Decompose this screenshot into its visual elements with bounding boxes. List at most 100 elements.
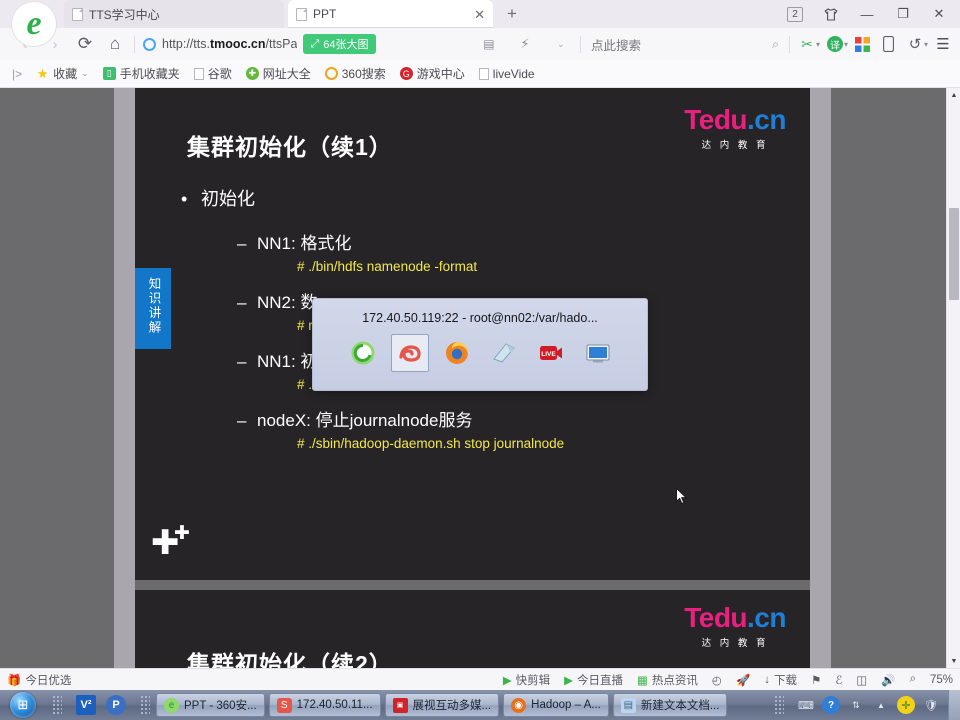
lightning-icon[interactable]: ⚡ xyxy=(510,29,540,59)
360-browser-icon xyxy=(351,341,374,365)
close-button[interactable]: ✕ xyxy=(922,0,956,28)
quick-launch-p-icon[interactable]: P xyxy=(106,695,126,715)
chevron-down-icon[interactable]: ⌄ xyxy=(546,29,576,59)
minimize-button[interactable]: — xyxy=(850,0,884,28)
keyboard-icon[interactable]: ⌨ xyxy=(797,696,815,714)
bookmark-mobile-favorites[interactable]: ▯ 手机收藏夹 xyxy=(97,63,186,84)
search-icon[interactable]: ⌕ xyxy=(772,37,779,52)
switcher-item-remote-desktop[interactable] xyxy=(579,334,617,372)
divider xyxy=(134,35,135,53)
status-split-screen-icon[interactable]: ◫ xyxy=(849,673,874,687)
bookmark-google[interactable]: 谷歌 xyxy=(188,63,238,84)
show-hidden-icons-button[interactable]: ▲ xyxy=(872,696,890,714)
chevron-down-icon[interactable]: ▾ xyxy=(924,40,928,49)
logo-subtitle: 达 内 教 育 xyxy=(701,140,769,151)
reload-icon[interactable]: ⟳ xyxy=(70,29,100,59)
chevron-down-icon[interactable]: ⌄ xyxy=(81,68,89,79)
chevron-down-icon[interactable]: ▾ xyxy=(816,40,820,49)
toolbar-grip[interactable] xyxy=(140,695,150,715)
play-icon: ▶ xyxy=(502,674,512,687)
tab-tts-learning-center[interactable]: TTS学习中心 xyxy=(64,0,284,28)
status-today-picks[interactable]: 🎁 今日优选 xyxy=(0,672,78,688)
switcher-item-notepad[interactable] xyxy=(485,334,523,372)
restore-button[interactable]: ❐ xyxy=(886,0,920,28)
status-label: 快剪辑 xyxy=(515,674,551,687)
show-desktop-button[interactable] xyxy=(948,690,960,720)
toolbar-grip[interactable] xyxy=(52,695,62,715)
360-browser-icon: e xyxy=(164,697,179,713)
bookmarks-overflow-icon[interactable]: |> xyxy=(6,65,28,83)
start-button[interactable]: ⊞ xyxy=(0,690,46,720)
bookmark-label: liveVide xyxy=(492,66,535,81)
tab-ppt[interactable]: PPT ✕ xyxy=(288,0,493,28)
tedu-logo: Tedu.cn 达 内 教 育 xyxy=(684,106,786,152)
tab-count-badge[interactable]: 2 xyxy=(778,0,812,28)
qr-code-icon[interactable]: ▤ xyxy=(474,29,504,59)
scrollbar-thumb[interactable] xyxy=(949,208,959,300)
speed-icon: ◴ xyxy=(711,674,722,687)
image-count-badge[interactable]: ⤢ 64张大图 xyxy=(303,34,376,54)
360-guard-icon[interactable]: ✛ xyxy=(897,696,915,714)
split-screen-icon: ◫ xyxy=(856,674,868,687)
bookmark-label: 游戏中心 xyxy=(416,67,465,81)
search-input[interactable]: 点此搜索 ⌕ xyxy=(585,35,785,54)
media-icon: ▣ xyxy=(392,697,408,713)
tedu-logo: Tedu.cn 达 内 教 育 xyxy=(684,604,786,650)
address-bar[interactable]: http://tts.tmooc.cn/ttsPa ⤢ 64张大图 ▤ ⚡ ⌄ xyxy=(139,32,576,56)
bookmark-favorites[interactable]: ★ 收藏 ⌄ xyxy=(30,63,95,84)
chevron-down-icon[interactable]: ▾ xyxy=(844,40,848,49)
bookmark-hao360[interactable]: ✚ 网址大全 xyxy=(240,63,317,84)
switcher-item-live-recorder[interactable]: LIVE xyxy=(532,334,570,372)
scroll-down-arrow[interactable]: ▼ xyxy=(947,654,960,668)
page-icon xyxy=(296,7,307,21)
taskbar-window-hadoop[interactable]: ◉ Hadoop – A... xyxy=(503,693,609,717)
window-switcher[interactable]: 172.40.50.119:22 - root@nn02:/var/hado..… xyxy=(312,298,648,391)
volume-icon: 🔊 xyxy=(881,674,896,687)
status-volume-icon[interactable]: 🔊 xyxy=(874,673,902,687)
status-download[interactable]: ↓ 下载 xyxy=(757,672,804,688)
mobile-icon[interactable] xyxy=(876,31,902,57)
slide-2: Tedu.cn 达 内 教 育 集群初始化（续2） xyxy=(135,590,810,668)
taskbar-window-media[interactable]: ▣ 展视互动多媒... xyxy=(384,693,500,717)
status-label: 下载 xyxy=(774,674,798,687)
live-recorder-icon: LIVE xyxy=(539,346,562,360)
switcher-item-firefox[interactable] xyxy=(438,334,476,372)
tray-grip[interactable] xyxy=(774,695,784,715)
bullet-level1: • 初始化 xyxy=(181,189,255,209)
bookmark-360-search[interactable]: 360搜索 xyxy=(319,63,392,84)
network-icon[interactable]: ⇅ xyxy=(847,696,865,714)
status-speed-icon[interactable]: ◴ xyxy=(705,673,729,687)
status-search-icon[interactable]: ⌕ xyxy=(903,673,923,686)
page-icon xyxy=(478,67,489,80)
status-zoom-level[interactable]: 75% xyxy=(923,674,960,686)
status-rocket-icon[interactable]: 🚀 xyxy=(729,673,757,687)
status-hot-news[interactable]: ▦ 热点资讯 xyxy=(630,672,705,688)
bookmark-livevideo[interactable]: liveVide xyxy=(473,65,541,83)
status-live-today[interactable]: ▶ 今日直播 xyxy=(557,672,630,688)
new-tab-button[interactable]: + xyxy=(500,3,524,25)
scroll-up-arrow[interactable]: ▲ xyxy=(947,88,960,102)
taskbar-window-notepad[interactable]: ▤ 新建文本文档... xyxy=(612,693,728,717)
menu-icon[interactable]: ☰ xyxy=(930,31,956,57)
taskbar-window-xshell[interactable]: S 172.40.50.11... xyxy=(268,693,381,717)
switcher-item-360-browser[interactable] xyxy=(344,334,382,372)
vertical-scrollbar[interactable]: ▲ ▼ xyxy=(946,88,960,668)
taskbar-window-ppt[interactable]: e PPT - 360安... xyxy=(156,693,265,717)
status-browser-icon[interactable]: ℰ xyxy=(828,673,849,687)
bookmark-game-center[interactable]: G 游戏中心 xyxy=(394,63,471,84)
notepad-icon xyxy=(492,343,515,363)
status-flag-icon[interactable]: ⚑ xyxy=(804,673,828,687)
status-quick-edit[interactable]: ▶ 快剪辑 xyxy=(496,672,557,688)
flag-icon: ⚑ xyxy=(811,674,822,687)
help-icon[interactable]: ? xyxy=(822,696,840,714)
close-icon[interactable]: ✕ xyxy=(474,8,485,21)
tab-label: TTS学习中心 xyxy=(89,7,160,22)
apps-grid-icon[interactable] xyxy=(850,31,876,57)
switcher-item-xshell[interactable] xyxy=(390,334,429,372)
security-icon[interactable]: 🛡 xyxy=(922,696,940,714)
home-icon[interactable]: ⌂ xyxy=(100,29,130,59)
slide-title: 集群初始化（续1） xyxy=(187,134,393,160)
bullet-level2: – NN1: 格式化 xyxy=(237,234,352,253)
quick-launch-v2-icon[interactable]: V² xyxy=(76,695,96,715)
skin-icon[interactable] xyxy=(814,0,848,28)
